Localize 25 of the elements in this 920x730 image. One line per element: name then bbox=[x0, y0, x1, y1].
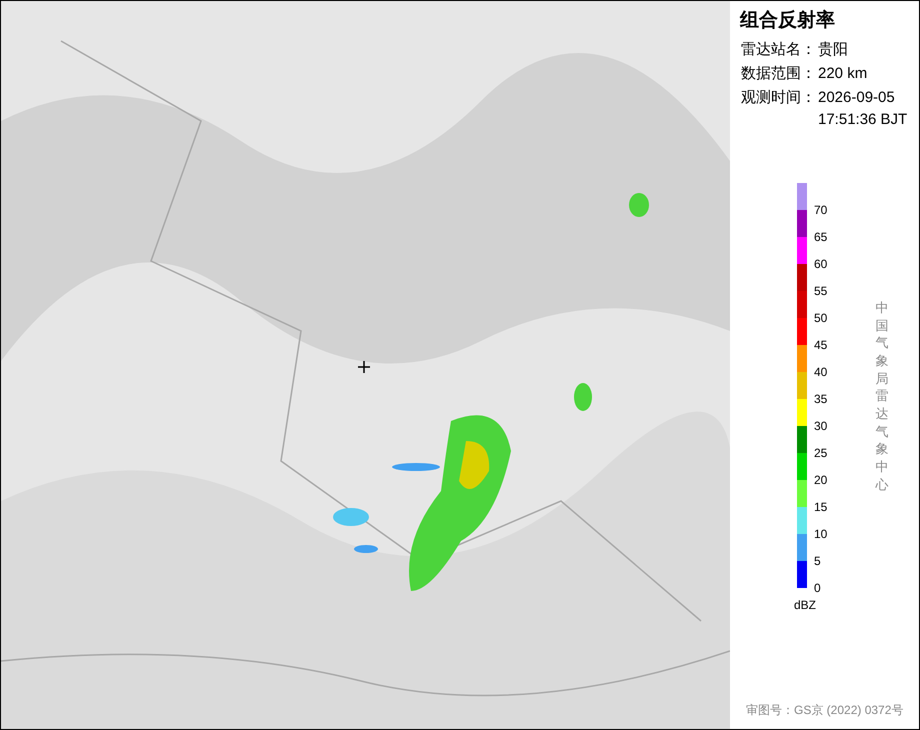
legend-label: 65 bbox=[814, 230, 828, 244]
legend-label: 60 bbox=[814, 257, 828, 271]
legend-label: 45 bbox=[814, 338, 828, 352]
legend-label: 35 bbox=[814, 392, 828, 406]
legend-label: 25 bbox=[814, 446, 828, 460]
panel-title: 组合反射率 bbox=[740, 8, 835, 33]
legend-label: 15 bbox=[814, 500, 828, 514]
legend-label: 30 bbox=[814, 419, 828, 433]
legend-label: 70 bbox=[814, 203, 828, 217]
legend-label: 55 bbox=[814, 284, 828, 298]
legend-label: 50 bbox=[814, 311, 828, 325]
info-value: 2026-09-05 17:51:36 BJT bbox=[818, 88, 908, 130]
source-text: 中国气象局雷达气象中心 bbox=[875, 299, 888, 494]
info-label: 雷达站名： bbox=[741, 40, 816, 60]
unit-label: dBZ bbox=[794, 597, 816, 614]
approval-number: 审图号：GS京 (2022) 0372号 bbox=[746, 702, 904, 719]
info-value: 贵阳 bbox=[818, 40, 848, 60]
legend-label: 10 bbox=[814, 527, 828, 541]
info-label: 数据范围： bbox=[741, 64, 816, 84]
legend-label: 5 bbox=[814, 554, 821, 568]
info-value: 220 km bbox=[818, 64, 868, 84]
legend-label: 0 bbox=[814, 581, 821, 595]
info-label: 观测时间： bbox=[741, 88, 816, 108]
legend-label: 20 bbox=[814, 473, 828, 487]
legend-label: 40 bbox=[814, 365, 828, 379]
